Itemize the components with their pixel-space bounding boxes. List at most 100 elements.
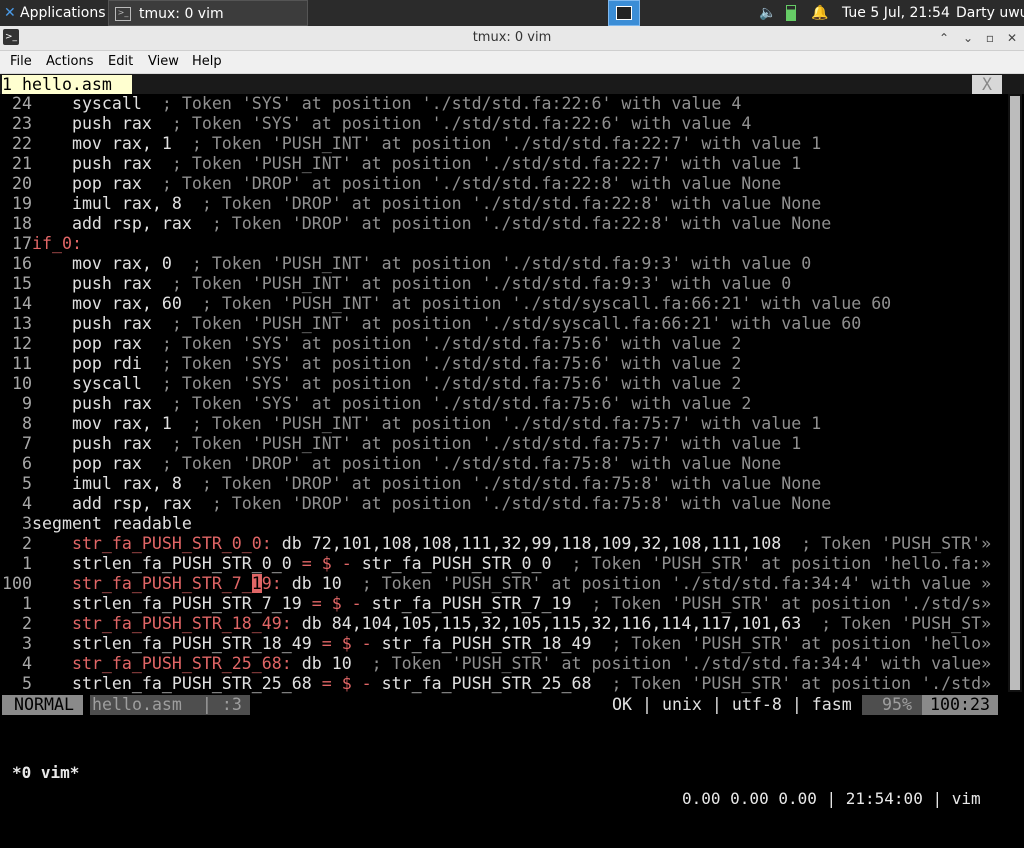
user-menu[interactable]: Darty uwu (956, 0, 1024, 26)
status-fileinfo: OK | unix | utf-8 | fasm (612, 695, 852, 714)
code-token: ; Token 'PUSH_ST» (801, 614, 992, 633)
code-line[interactable]: 11 pop rdi ; Token 'SYS' at position './… (2, 354, 1002, 374)
code-token: syscall (71, 94, 142, 113)
code-line[interactable]: 12 pop rax ; Token 'SYS' at position './… (2, 334, 1002, 354)
clock[interactable]: Tue 5 Jul, 21:54 (842, 0, 950, 26)
code-line[interactable]: 14 mov rax, 60 ; Token 'PUSH_INT' at pos… (2, 294, 1002, 314)
close-icon[interactable]: ✕ (1002, 26, 1022, 50)
code-line[interactable]: 3segment readable (2, 514, 1002, 534)
line-number: 5 (2, 674, 32, 693)
code-line[interactable]: 15 push rax ; Token 'PUSH_INT' at positi… (2, 274, 1002, 294)
code-token: ; Token 'SYS' at position './std/std.fa:… (151, 114, 752, 133)
vim-tabline: 1 hello.asm X (0, 74, 1024, 94)
line-number: 22 (2, 134, 32, 153)
code-token: push rax (71, 114, 152, 133)
minimize-icon[interactable]: ⌄ (958, 26, 978, 50)
code-line[interactable]: 22 mov rax, 1 ; Token 'PUSH_INT' at posi… (2, 134, 1002, 154)
code-token: imul rax, 8 (71, 474, 182, 493)
menu-help[interactable]: Help (192, 51, 222, 73)
code-token: push rax (71, 314, 152, 333)
code-line[interactable]: 17if_0: (2, 234, 1002, 254)
code-line[interactable]: 19 imul rax, 8 ; Token 'DROP' at positio… (2, 194, 1002, 214)
code-line[interactable]: 4 str_fa_PUSH_STR_25_68: db 10 ; Token '… (2, 654, 1002, 674)
menu-view[interactable]: View (148, 51, 179, 73)
code-line[interactable]: 1 strlen_fa_PUSH_STR_0_0 = $ - str_fa_PU… (2, 554, 1002, 574)
menu-actions[interactable]: Actions (46, 51, 94, 73)
status-cursor-position: 100:23 (922, 695, 998, 715)
terminal-area[interactable]: 1 hello.asm X 24 syscall ; Token 'SYS' a… (0, 74, 1024, 808)
bell-icon[interactable]: 🔔 (810, 0, 830, 26)
code-token: ; Token 'PUSH_STR' at position './std/st… (341, 574, 992, 593)
code-line[interactable]: 8 mov rax, 1 ; Token 'PUSH_INT' at posit… (2, 414, 1002, 434)
code-line[interactable]: 1 strlen_fa_PUSH_STR_7_19 = $ - str_fa_P… (2, 594, 1002, 614)
code-token: pop rax (71, 454, 142, 473)
code-line[interactable]: 2 str_fa_PUSH_STR_18_49: db 84,104,105,1… (2, 614, 1002, 634)
code-line[interactable]: 2 str_fa_PUSH_STR_0_0: db 72,101,108,108… (2, 534, 1002, 554)
code-token: ; Token 'DROP' at position './std/std.fa… (191, 214, 832, 233)
code-line[interactable]: 23 push rax ; Token 'SYS' at position '.… (2, 114, 1002, 134)
line-number: 19 (2, 194, 32, 213)
menu-edit[interactable]: Edit (108, 51, 133, 73)
code-line[interactable]: 18 add rsp, rax ; Token 'DROP' at positi… (2, 214, 1002, 234)
taskbar-button-tmux[interactable]: >_ tmux: 0 vim (108, 0, 308, 26)
line-number: 9 (2, 394, 32, 413)
code-token: ; Token 'SYS' at position './std/std.fa:… (141, 354, 742, 373)
code-line[interactable]: 6 pop rax ; Token 'DROP' at position './… (2, 454, 1002, 474)
code-line[interactable]: 10 syscall ; Token 'SYS' at position './… (2, 374, 1002, 394)
code-line[interactable]: 4 add rsp, rax ; Token 'DROP' at positio… (2, 494, 1002, 514)
tab-hello-asm[interactable]: 1 hello.asm (2, 75, 132, 94)
window-titlebar[interactable]: >_ tmux: 0 vim ⌃ ⌄ ▫ ✕ (0, 26, 1024, 51)
volume-icon[interactable]: 🔈 (758, 0, 778, 26)
code-line[interactable]: 7 push rax ; Token 'PUSH_INT' at positio… (2, 434, 1002, 454)
code-token: db 84,104,105,115,32,105,115,32,116,114,… (291, 614, 802, 633)
code-line[interactable]: 3 strlen_fa_PUSH_STR_18_49 = $ - str_fa_… (2, 634, 1002, 654)
menu-file[interactable]: File (10, 51, 32, 73)
workspace-switcher[interactable] (608, 0, 640, 26)
tab-close-button[interactable]: X (972, 75, 1002, 94)
terminal-icon: >_ (115, 7, 131, 21)
code-token: syscall (71, 374, 142, 393)
line-number: 100 (2, 574, 32, 593)
code-token: ; Token 'DROP' at position './std/std.fa… (141, 454, 782, 473)
code-line[interactable]: 13 push rax ; Token 'PUSH_INT' at positi… (2, 314, 1002, 334)
line-number: 12 (2, 334, 32, 353)
line-number: 8 (2, 414, 32, 433)
code-token: 9: (261, 574, 282, 593)
scrollbar-thumb[interactable] (1010, 96, 1020, 690)
code-token: strlen_fa_PUSH_STR_18_49 (71, 634, 312, 653)
taskbar-label: tmux: 0 vim (139, 6, 224, 22)
tmux-window-list[interactable]: *0 vim* (12, 760, 79, 786)
tmux-status-right: 0.00 0.00 0.00 | 21:54:00 | vim (682, 789, 981, 808)
code-token: db 10 (291, 654, 352, 673)
line-number: 1 (2, 594, 32, 613)
applications-menu[interactable]: ✕ Applications (0, 0, 106, 26)
scrollbar[interactable] (1008, 94, 1022, 692)
code-line[interactable]: 100 str_fa_PUSH_STR_7_19: db 10 ; Token … (2, 574, 1002, 594)
shade-icon[interactable]: ⌃ (934, 26, 954, 50)
code-line[interactable]: 16 mov rax, 0 ; Token 'PUSH_INT' at posi… (2, 254, 1002, 274)
code-line[interactable]: 9 push rax ; Token 'SYS' at position './… (2, 394, 1002, 414)
code-token: str_fa_PUSH_STR_7_ (71, 574, 252, 593)
code-token: ; Token 'DROP' at position './std/std.fa… (181, 474, 822, 493)
maximize-icon[interactable]: ▫ (980, 26, 1000, 50)
code-token: str_fa_PUSH_STR_0_0 (361, 554, 552, 573)
code-token: ; Token 'PUSH_INT' at position './std/st… (151, 434, 802, 453)
code-line[interactable]: 5 strlen_fa_PUSH_STR_25_68 = $ - str_fa_… (2, 674, 1002, 694)
battery-icon[interactable] (786, 0, 800, 26)
code-line[interactable]: 21 push rax ; Token 'PUSH_INT' at positi… (2, 154, 1002, 174)
workspace-icon (616, 6, 632, 20)
code-token: pop rdi (71, 354, 142, 373)
code-line[interactable]: 24 syscall ; Token 'SYS' at position './… (2, 94, 1002, 114)
code-line[interactable]: 5 imul rax, 8 ; Token 'DROP' at position… (2, 474, 1002, 494)
code-line[interactable]: 20 pop rax ; Token 'DROP' at position '.… (2, 174, 1002, 194)
tmux-statusbar: *0 vim* 0.00 0.00 0.00 | 21:54:00 | vim (0, 734, 1024, 808)
